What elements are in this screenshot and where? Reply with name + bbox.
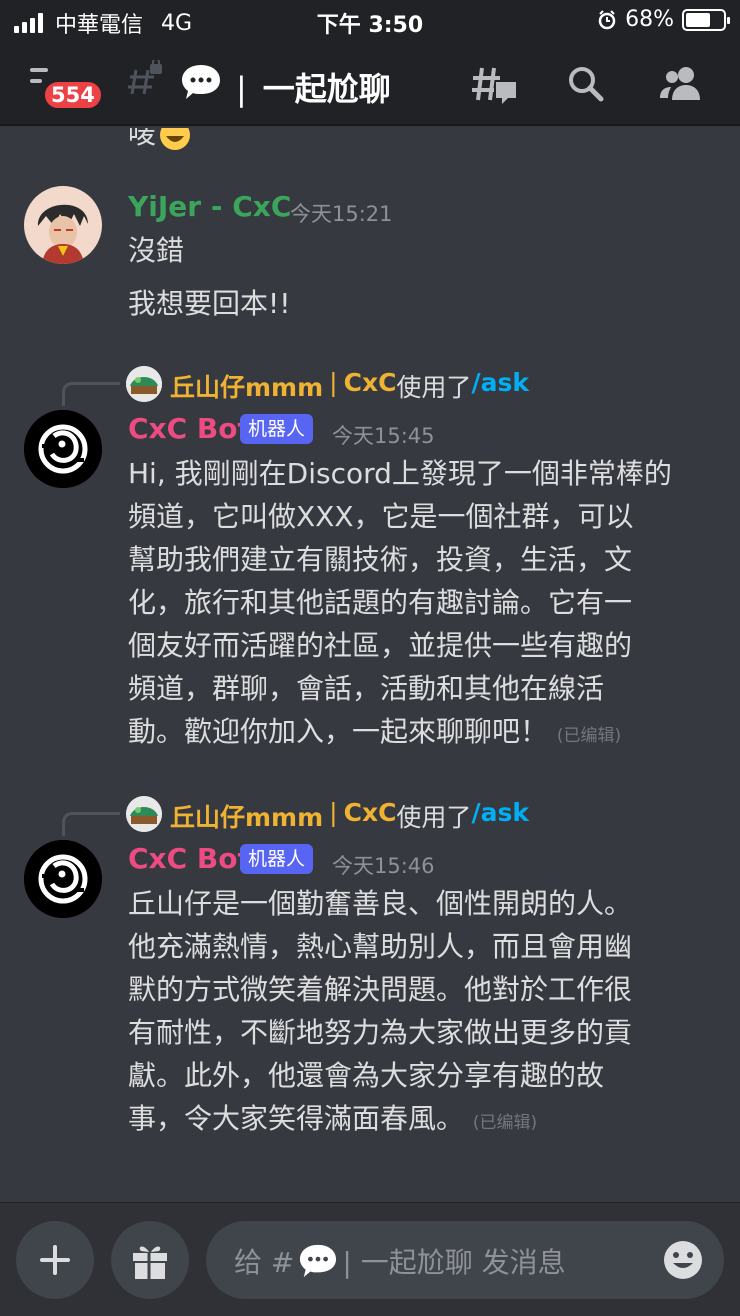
message-text: 沒錯 [128, 234, 185, 267]
avatar-image [24, 186, 102, 264]
bot-logo-icon [24, 410, 102, 488]
status-bar: 中華電信 4G 下午 3:50 68% [0, 0, 740, 42]
reply-used-text: 使用了 [396, 373, 472, 402]
message-text: 事，令大家笑得滿面春風。 [128, 1102, 465, 1135]
placeholder-channel: | 一起尬聊 发消息 [342, 1246, 566, 1279]
threads-icon[interactable] [470, 64, 518, 108]
channel-header: 554 | 一起尬聊 [0, 42, 740, 126]
message-timestamp: 今天15:45 [332, 424, 435, 448]
username-cxc-bot[interactable]: CxC Bot [128, 412, 251, 445]
menu-icon [30, 68, 48, 72]
bot-tag: 机器人 [240, 414, 314, 444]
message-text: 幫助我們建立有關技術，投資，生活，文 [128, 543, 633, 576]
add-attachment-button[interactable] [16, 1221, 94, 1299]
reply-username: 丘山仔mmm [170, 803, 324, 832]
bot-tag: 机器人 [240, 844, 314, 874]
message-text-partial: 唛 [128, 128, 192, 155]
avatar-yijer[interactable] [24, 186, 102, 264]
reply-preview[interactable]: 丘山仔mmm | CxC 使用了 /ask [170, 798, 529, 834]
reply-avatar[interactable] [126, 796, 162, 832]
plus-icon [40, 1245, 70, 1275]
reply-avatar-image [126, 366, 162, 402]
channel-title: | 一起尬聊 [236, 64, 391, 110]
message-timestamp: 今天15:21 [290, 202, 393, 226]
message-timestamp: 今天15:46 [332, 854, 435, 878]
placeholder-prefix: 给 # [234, 1246, 295, 1279]
members-icon[interactable] [658, 64, 704, 104]
message-text: 我想要回本!! [128, 287, 291, 320]
reply-command[interactable]: /ask [471, 368, 529, 404]
reply-connector [62, 812, 120, 836]
message-composer: 给 # | 一起尬聊 发消息 [0, 1202, 740, 1316]
emoji-icon[interactable] [662, 1239, 704, 1281]
edited-label: (已编辑) [472, 1113, 538, 1133]
reply-separator: | [329, 368, 338, 397]
message-text: 丘山仔是一個勤奮善良、個性開朗的人。 [128, 887, 633, 920]
message-text-last: 動。歡迎你加入，一起來聊聊吧！ (已编辑) [128, 710, 621, 758]
reply-preview[interactable]: 丘山仔mmm | CxC 使用了 /ask [170, 368, 529, 404]
avatar-cxc-bot[interactable] [24, 410, 102, 488]
battery-level [686, 12, 711, 27]
reply-server: CxC [343, 798, 397, 827]
reply-used-text: 使用了 [396, 803, 472, 832]
edited-label: (已编辑) [556, 726, 622, 746]
reply-command[interactable]: /ask [471, 798, 529, 834]
channel-name: 一起尬聊 [262, 70, 391, 108]
message-text: 他充滿熱情，熱心幫助別人，而且會用幽 [128, 930, 633, 963]
message-text: Hi, 我剛剛在Discord上發現了一個非常棒的 [128, 457, 672, 490]
reply-avatar-image [126, 796, 162, 832]
reply-avatar[interactable] [126, 366, 162, 402]
speech-bubble-emoji [300, 1244, 337, 1278]
username-cxc-bot[interactable]: CxC Bot [128, 842, 251, 875]
menu-icon-line [30, 79, 42, 83]
search-icon[interactable] [566, 64, 606, 104]
message-text: 默的方式微笑着解決問題。他對於工作很 [128, 973, 633, 1006]
gift-icon [133, 1246, 167, 1279]
unread-badge: 554 [42, 79, 104, 111]
message-text: 有耐性，不斷地努力為大家做出更多的貢 [128, 1016, 633, 1049]
message-text: 頻道，群聊，會話，活動和其他在線活 [128, 672, 605, 705]
bot-logo-icon [24, 840, 102, 918]
avatar-cxc-bot[interactable] [24, 840, 102, 918]
message-text: 化，旅行和其他話題的有趣討論。它有一 [128, 586, 633, 619]
message-text: 動。歡迎你加入，一起來聊聊吧！ [128, 715, 549, 748]
message-input[interactable]: 给 # | 一起尬聊 发消息 [206, 1221, 724, 1299]
grinning-face-emoji [160, 128, 191, 150]
partial-text: 唛 [128, 128, 157, 150]
message-text: 頻道，它叫做XXX，它是一個社群，可以 [128, 500, 634, 533]
speech-bubble-emoji [182, 65, 220, 99]
battery-percent: 68% [625, 7, 674, 32]
title-separator: | [236, 70, 247, 108]
reply-connector [62, 382, 120, 406]
reply-server: CxC [343, 368, 397, 397]
message-input-placeholder: 给 # | 一起尬聊 发消息 [234, 1241, 566, 1281]
username-yijer[interactable]: YiJer - CxC [128, 190, 291, 223]
battery-icon [682, 8, 730, 31]
message-text-last: 事，令大家笑得滿面春風。 (已编辑) [128, 1097, 537, 1145]
message-list[interactable]: 唛 YiJer - CxC 今天15:21 沒錯 我想要回本!! 丘山仔mmm … [0, 128, 740, 1202]
message-text: 個友好而活躍的社區，並提供一些有趣的 [128, 629, 633, 662]
gift-button[interactable] [111, 1221, 189, 1299]
message-text: 獻。此外，他還會為大家分享有趣的故 [128, 1059, 605, 1092]
reply-separator: | [329, 798, 338, 827]
hash-lock-icon [128, 60, 162, 95]
alarm-icon [598, 9, 616, 29]
reply-username: 丘山仔mmm [170, 373, 324, 402]
